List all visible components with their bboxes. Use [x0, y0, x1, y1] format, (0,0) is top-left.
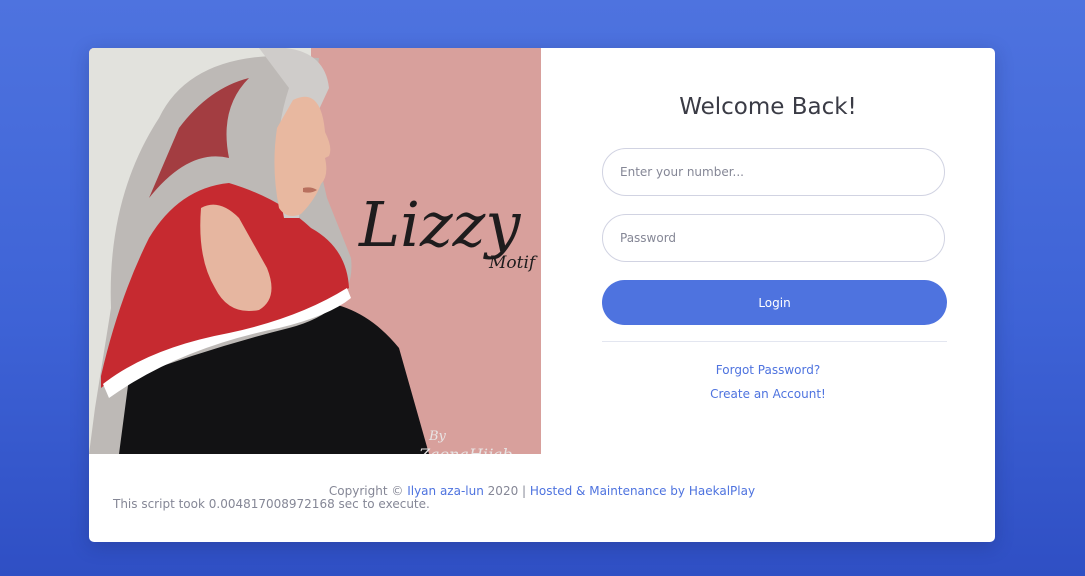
- hero-by-text: By: [428, 429, 447, 444]
- copyright-prefix: Copyright ©: [328, 484, 404, 498]
- login-button[interactable]: Login: [602, 280, 947, 325]
- create-account-link[interactable]: Create an Account!: [541, 387, 995, 401]
- hero-brand-text: ZaenaHijab: [418, 445, 513, 454]
- forgot-password-link[interactable]: Forgot Password?: [541, 363, 995, 377]
- divider: [602, 341, 947, 342]
- copyright-text: Copyright © Ilyan aza-lun 2020 | Hosted …: [89, 484, 995, 498]
- login-form: Welcome Back! Login Forgot Password? Cre…: [541, 48, 995, 454]
- password-input[interactable]: [602, 214, 945, 262]
- login-card: Lizzy Motif By ZaenaHijab Welcome Back! …: [89, 48, 995, 542]
- hosted-link[interactable]: Hosted & Maintenance by HaekalPlay: [530, 484, 755, 498]
- author-link[interactable]: Ilyan aza-lun: [407, 484, 484, 498]
- hero-motif-text: Motif: [488, 253, 538, 273]
- footer: Copyright © Ilyan aza-lun 2020 | Hosted …: [89, 454, 995, 542]
- execution-time-text: This script took 0.004817008972168 sec t…: [113, 497, 430, 511]
- hero-script-text: Lizzy: [358, 188, 521, 261]
- number-input[interactable]: [602, 148, 945, 196]
- copyright-year: 2020 |: [487, 484, 527, 498]
- hero-image: Lizzy Motif By ZaenaHijab: [89, 48, 541, 454]
- page-title: Welcome Back!: [679, 94, 857, 120]
